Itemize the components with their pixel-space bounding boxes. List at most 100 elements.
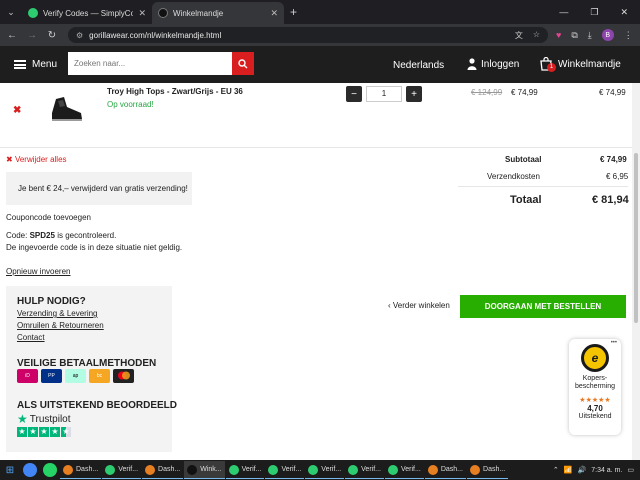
network-icon[interactable]: 📶 [564, 466, 573, 474]
star-icon: ★ [17, 427, 27, 437]
extension-icon[interactable]: ♥ [556, 30, 561, 40]
line-total: € 74,99 [599, 88, 626, 97]
taskbar-item[interactable]: Verif... [225, 461, 265, 479]
hamburger-icon [14, 60, 26, 69]
badge-menu-icon[interactable]: ••• [611, 340, 617, 346]
reenter-coupon-link[interactable]: Opnieuw invoeren [6, 267, 70, 276]
reload-icon[interactable]: ↻ [42, 30, 62, 41]
remove-item-icon[interactable]: ✖ [13, 105, 21, 116]
taskbar-item[interactable]: Dash... [60, 461, 102, 479]
taskbar-item[interactable]: Wink... [184, 461, 225, 479]
notification-icon[interactable]: ▭ [627, 466, 634, 474]
translate-icon[interactable]: 文 [515, 30, 523, 41]
product-image[interactable] [48, 95, 86, 123]
decrease-quantity-button[interactable]: − [346, 86, 362, 102]
total-value: € 81,94 [592, 194, 629, 206]
totals-divider [458, 186, 628, 187]
app-icon [145, 464, 156, 475]
app-icon [387, 464, 398, 475]
taskbar-item[interactable]: Verif... [265, 461, 305, 479]
search-input[interactable] [68, 52, 232, 75]
taskbar-item[interactable]: Dash... [424, 461, 467, 479]
site-settings-icon[interactable]: ⚙ [76, 31, 83, 40]
remove-all-label: Verwijder alles [14, 155, 67, 164]
taskbar-item[interactable]: Dash... [467, 461, 509, 479]
tab-title: Winkelmandje [173, 8, 224, 18]
taskbar-item-label: Verif... [118, 466, 139, 473]
trusted-shops-seal-icon: e [581, 344, 609, 372]
browser-tab-active[interactable]: Winkelmandje ✕ [152, 2, 284, 24]
divider [0, 147, 632, 148]
search-button[interactable] [232, 52, 254, 75]
minimize-icon[interactable]: — [559, 7, 568, 18]
close-window-icon[interactable]: ✕ [620, 7, 628, 18]
bookmark-star-icon[interactable]: ☆ [533, 30, 540, 41]
taskbar-item-label: Verif... [400, 466, 421, 473]
page-scrollbar[interactable] [632, 83, 640, 460]
browser-toolbar: ← → ↻ ⚙ gorillawear.com/nl/winkelmandje.… [0, 24, 640, 46]
help-link-contact[interactable]: Contact [17, 333, 45, 342]
restore-icon[interactable]: ❐ [590, 7, 598, 18]
new-tab-icon[interactable]: + [290, 5, 297, 19]
close-tab-icon[interactable]: ✕ [270, 8, 278, 19]
forward-icon[interactable]: → [22, 30, 42, 41]
taskbar-item-label: Verif... [361, 466, 381, 473]
close-tab-icon[interactable]: ✕ [138, 8, 146, 19]
volume-icon[interactable]: 🔊 [578, 466, 587, 474]
menu-button[interactable]: Menu [14, 59, 57, 70]
product-name[interactable]: Troy High Tops - Zwart/Grijs - EU 36 [107, 87, 243, 96]
remove-all-link[interactable]: ✖ Verwijder alles [6, 155, 67, 164]
taskbar-item[interactable]: Verif... [345, 461, 384, 479]
chevron-up-icon[interactable]: ⌃ [553, 466, 559, 474]
coupon-invalid-message: De ingevoerde code is in deze situatie n… [6, 243, 183, 252]
clock[interactable]: 7:34 a. m. [591, 467, 622, 474]
afterpay-icon: ap [65, 369, 86, 383]
taskbar-item-label: Verif... [321, 466, 342, 473]
help-link-shipping[interactable]: Verzending & Levering [17, 309, 98, 318]
subtotal-value: € 74,99 [600, 155, 627, 164]
trustpilot-star-icon: ★ [17, 412, 28, 426]
back-icon[interactable]: ← [2, 30, 22, 41]
taskbar-item[interactable]: Verif... [102, 461, 142, 479]
taskbar-item[interactable]: Verif... [305, 461, 345, 479]
start-menu-icon[interactable]: ⊞ [0, 465, 20, 476]
trustpilot-label: Trustpilot [29, 413, 71, 425]
download-icon[interactable]: ⤓ [588, 30, 592, 41]
extensions-puzzle-icon[interactable]: ⧉ [571, 30, 577, 41]
payments-heading: VEILIGE BETAALMETHODEN [17, 358, 157, 369]
coupon-heading[interactable]: Couponcode toevoegen [6, 213, 91, 222]
help-heading: HULP NODIG? [17, 296, 86, 307]
increase-quantity-button[interactable]: + [406, 86, 422, 102]
login-link[interactable]: Inloggen [467, 58, 519, 70]
app-icon [470, 464, 481, 475]
login-label: Inloggen [481, 58, 520, 70]
whatsapp-icon[interactable] [43, 463, 57, 477]
site-search [68, 52, 254, 75]
scrollbar-thumb[interactable] [634, 153, 638, 323]
badge-rating-word: Uitstekend [578, 413, 612, 420]
app-icon [105, 464, 116, 475]
browser-tab[interactable]: Verify Codes — SimplyCodes ✕ [22, 2, 152, 24]
tab-search-icon[interactable]: ⌄ [0, 0, 22, 24]
cart-link[interactable]: 1 Winkelmandje [539, 56, 621, 72]
language-selector[interactable]: Nederlands [393, 60, 444, 71]
chrome-icon[interactable] [23, 463, 37, 477]
checkout-button[interactable]: DOORGAAN MET BESTELLEN [460, 295, 626, 318]
taskbar-item-label: Verif... [241, 466, 262, 473]
url-text[interactable]: gorillawear.com/nl/winkelmandje.html [89, 31, 221, 40]
address-bar[interactable]: ⚙ gorillawear.com/nl/winkelmandje.html 文… [68, 27, 548, 43]
taskbar-item[interactable]: Dash... [142, 461, 184, 479]
quantity-input[interactable]: 1 [366, 86, 402, 102]
browser-menu-icon[interactable]: ⋮ [624, 30, 633, 41]
profile-avatar[interactable]: B [601, 29, 614, 41]
badge-stars: ★★★★★ [579, 397, 611, 404]
taskbar-item[interactable]: Verif... [384, 461, 424, 479]
trusted-shops-badge[interactable]: ••• e Kopers- bescherming ★★★★★ 4,70 Uit… [569, 339, 621, 435]
trustpilot-logo[interactable]: ★ Trustpilot [17, 412, 71, 426]
continue-shopping-link[interactable]: ‹ Verder winkelen [388, 301, 450, 310]
badge-line2: bescherming [574, 383, 616, 390]
payment-logos: iD PP ap bc [17, 369, 134, 383]
help-link-returns[interactable]: Omruilen & Retourneren [17, 321, 104, 330]
taskbar-item-label: Wink... [200, 466, 222, 473]
windows-taskbar: ⊞ Dash... Verif... Dash... Wink... Verif... V… [0, 460, 640, 480]
